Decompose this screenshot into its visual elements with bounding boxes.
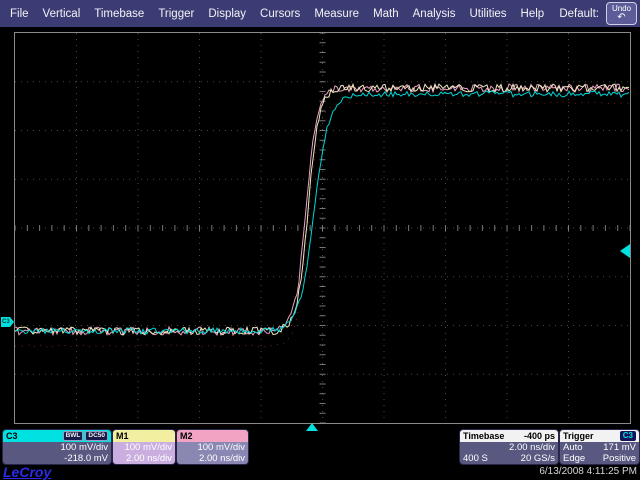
trigger-box-body: Auto 171 mV Edge Positive <box>560 442 639 464</box>
menu-item-utilities[interactable]: Utilities <box>469 8 506 20</box>
menu-item-cursors[interactable]: Cursors <box>260 8 300 20</box>
trigger-source-badge: C3 <box>620 431 636 441</box>
menu-item-vertical[interactable]: Vertical <box>43 8 81 20</box>
channel-box-m2-header: M2 <box>177 430 248 442</box>
sample-count: 400 S <box>463 453 488 464</box>
trigger-box[interactable]: Trigger C3 Auto 171 mV Edge Positive <box>559 429 640 465</box>
trigger-title: Trigger <box>563 431 594 441</box>
volts-per-div: 100 mV/div <box>116 442 172 453</box>
timebase-box[interactable]: Timebase -400 ps 2.00 ns/div 400 S 20 GS… <box>459 429 559 465</box>
menu-item-math[interactable]: Math <box>373 8 399 20</box>
trigger-mode: Auto <box>563 442 583 453</box>
trigger-type: Edge <box>563 453 585 464</box>
menu-item-trigger[interactable]: Trigger <box>158 8 194 20</box>
channel-box-c3-header: C3 BWL DC50 <box>3 430 111 442</box>
offset-value: -218.0 mV <box>6 453 108 464</box>
bandwidth-limit-badge: BWL <box>63 431 84 441</box>
menu-item-timebase[interactable]: Timebase <box>94 8 144 20</box>
channel-box-m1[interactable]: M1 100 mV/div 2.00 ns/div <box>112 429 176 465</box>
channel-label: M2 <box>180 431 193 441</box>
trigger-level: 171 mV <box>603 442 636 453</box>
channel-box-m1-body: 100 mV/div 2.00 ns/div <box>113 442 175 464</box>
timebase-title: Timebase <box>463 431 504 441</box>
menu-items: File Vertical Timebase Trigger Display Cursor… <box>0 8 544 20</box>
trigger-position-marker[interactable] <box>306 423 318 431</box>
menu-item-file[interactable]: File <box>10 8 29 20</box>
channel-box-c3-body: 100 mV/div -218.0 mV <box>3 442 111 464</box>
channel-box-c3[interactable]: C3 BWL DC50 100 mV/div -218.0 mV <box>2 429 112 465</box>
default-label: Default: <box>559 8 599 20</box>
lecroy-logo: LeCroy <box>3 464 51 480</box>
timebase-offset: -400 ps <box>524 431 555 441</box>
oscilloscope-screen: File Vertical Timebase Trigger Display Cursor… <box>0 0 640 480</box>
volts-per-div: 100 mV/div <box>180 442 245 453</box>
trigger-level-marker[interactable] <box>620 244 630 258</box>
time-per-div: 2.00 ns/div <box>463 442 555 453</box>
volts-per-div: 100 mV/div <box>6 442 108 453</box>
trigger-slope: Positive <box>603 453 636 464</box>
time-per-div: 2.00 ns/div <box>116 453 172 464</box>
trigger-box-header: Trigger C3 <box>560 430 639 442</box>
time-per-div: 2.00 ns/div <box>180 453 245 464</box>
channel-box-m2-body: 100 mV/div 2.00 ns/div <box>177 442 248 464</box>
menubar-right: Default: Undo ↶ <box>559 2 640 25</box>
trace-level-marker[interactable]: C3 <box>1 317 14 327</box>
menu-item-measure[interactable]: Measure <box>314 8 359 20</box>
sample-rate: 20 GS/s <box>521 453 555 464</box>
channel-badges: BWL DC50 <box>61 431 108 441</box>
undo-arrow-icon: ↶ <box>617 13 625 23</box>
waveform-canvas <box>15 33 630 423</box>
menu-item-help[interactable]: Help <box>521 8 545 20</box>
channel-label: M1 <box>116 431 129 441</box>
menu-bar: File Vertical Timebase Trigger Display Cursor… <box>0 0 640 27</box>
timebase-box-body: 2.00 ns/div 400 S 20 GS/s <box>460 442 558 464</box>
menu-item-analysis[interactable]: Analysis <box>413 8 456 20</box>
channel-label: C3 <box>6 431 18 441</box>
menu-item-display[interactable]: Display <box>208 8 246 20</box>
timebase-box-header: Timebase -400 ps <box>460 430 558 442</box>
channel-box-m1-header: M1 <box>113 430 175 442</box>
undo-button[interactable]: Undo ↶ <box>606 2 637 25</box>
datetime-display: 6/13/2008 4:11:25 PM <box>539 466 637 477</box>
coupling-badge: DC50 <box>85 431 108 441</box>
channel-box-m2[interactable]: M2 100 mV/div 2.00 ns/div <box>176 429 249 465</box>
waveform-display[interactable] <box>14 32 631 424</box>
